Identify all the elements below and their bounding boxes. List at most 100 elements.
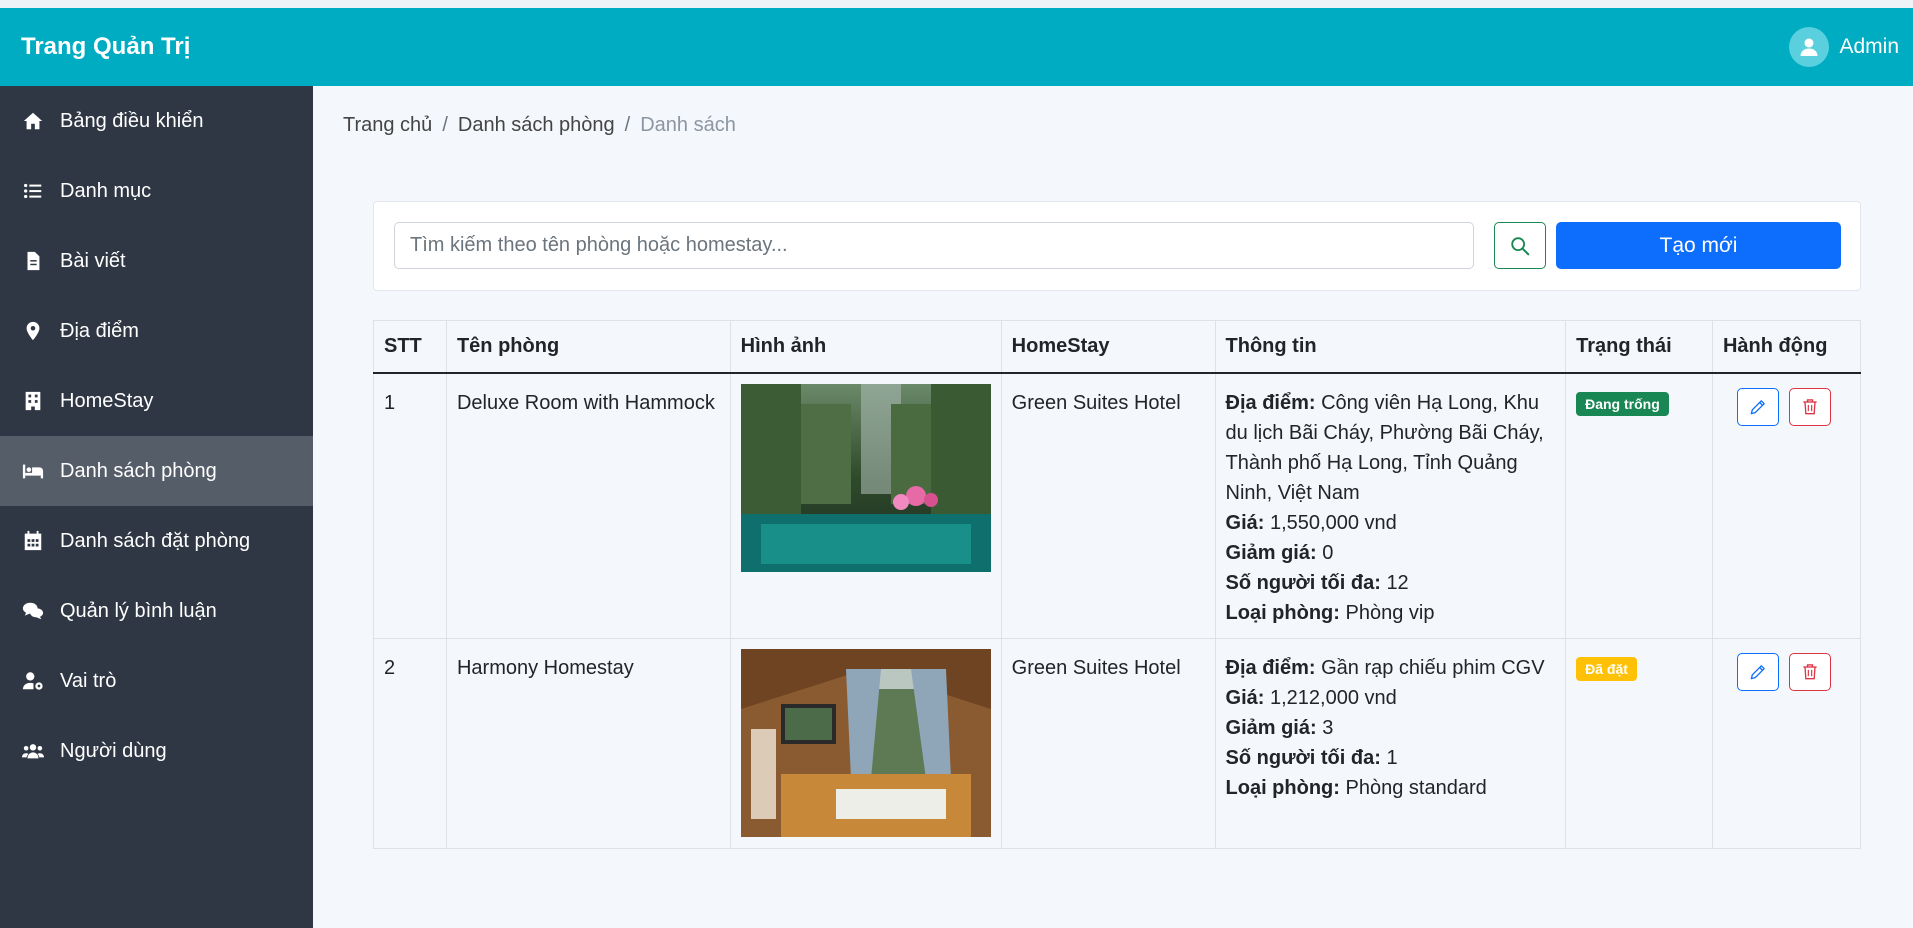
sidebar-item-label: Danh mục — [60, 179, 152, 202]
sidebar-item-roles[interactable]: Vai trò — [0, 646, 313, 716]
sidebar-item-label: Người dùng — [60, 739, 167, 762]
column-header-status: Trạng thái — [1565, 320, 1713, 374]
breadcrumb-separator: / — [624, 114, 631, 136]
info-value: 0 — [1322, 541, 1334, 564]
info-label: Địa điểm: — [1225, 656, 1316, 679]
user-icon — [1800, 38, 1818, 56]
info-label: Giảm giá: — [1225, 541, 1317, 564]
info-label: Số người tối đa: — [1225, 746, 1381, 769]
sidebar: Bảng điều khiển Danh mục Bài viết Địa đi… — [0, 86, 313, 928]
column-header-room-name: Tên phòng — [445, 320, 731, 374]
info-label: Giảm giá: — [1225, 716, 1317, 739]
file-icon — [20, 248, 46, 274]
brand-title[interactable]: Trang Quản Trị — [21, 33, 190, 61]
room-thumbnail[interactable] — [740, 383, 991, 572]
info-value: 12 — [1386, 571, 1409, 594]
cell-stt: 2 — [373, 637, 447, 849]
breadcrumb-current: Danh sách — [640, 114, 736, 136]
info-label: Địa điểm: — [1225, 391, 1316, 414]
search-icon — [1511, 236, 1530, 255]
sidebar-item-label: Địa điểm — [60, 319, 139, 342]
sidebar-item-label: Danh sách phòng — [60, 459, 217, 482]
create-button[interactable]: Tạo mới — [1556, 222, 1841, 269]
sidebar-item-homestay[interactable]: HomeStay — [0, 366, 313, 436]
sidebar-item-locations[interactable]: Địa điểm — [0, 296, 313, 366]
building-icon — [20, 388, 46, 414]
search-card: Tạo mới — [373, 201, 1861, 291]
sidebar-item-room-list[interactable]: Danh sách phòng — [0, 436, 313, 506]
sidebar-item-label: Bảng điều khiển — [60, 109, 204, 132]
cell-info: Địa điểm: Công viên Hạ Long, Khu du lịch… — [1214, 372, 1567, 639]
cell-room-name: Harmony Homestay — [445, 637, 731, 849]
sidebar-item-dashboard[interactable]: Bảng điều khiển — [0, 86, 313, 156]
info-value: 1 — [1386, 746, 1398, 769]
sidebar-item-bookings[interactable]: Danh sách đặt phòng — [0, 506, 313, 576]
room-table: STT Tên phòng Hình ảnh HomeStay Thông ti… — [373, 320, 1862, 849]
info-location: Địa điểm: Gần rạp chiếu phim CGV — [1226, 653, 1556, 683]
cell-actions — [1711, 637, 1862, 849]
sidebar-item-label: Bài viết — [60, 249, 126, 272]
info-room-type: Loại phòng: Phòng standard — [1226, 773, 1556, 803]
avatar[interactable] — [1789, 27, 1830, 67]
sidebar-item-categories[interactable]: Danh mục — [0, 156, 313, 226]
sidebar-item-users[interactable]: Người dùng — [0, 716, 313, 786]
breadcrumb-section[interactable]: Danh sách phòng — [458, 114, 615, 137]
cell-info: Địa điểm: Gần rạp chiếu phim CGV Giá: 1,… — [1214, 637, 1567, 849]
cell-homestay: Green Suites Hotel — [1000, 372, 1216, 639]
cell-actions — [1711, 372, 1862, 639]
breadcrumb-separator: / — [442, 114, 448, 136]
search-input[interactable] — [394, 222, 1474, 269]
main-content: Trang chủ / Danh sách phòng / Danh sách … — [313, 86, 1913, 928]
column-header-stt: STT — [373, 320, 447, 374]
cell-room-name: Deluxe Room with Hammock — [445, 372, 731, 639]
calendar-icon — [20, 528, 46, 554]
cell-status: Đang trống — [1565, 372, 1713, 639]
status-badge: Đang trống — [1576, 391, 1669, 416]
search-button[interactable] — [1494, 222, 1546, 269]
info-value: 1,550,000 vnd — [1269, 511, 1397, 534]
info-value: Gần rạp chiếu phim CGV — [1321, 656, 1545, 679]
cell-image — [729, 372, 1002, 639]
info-location: Địa điểm: Công viên Hạ Long, Khu du lịch… — [1226, 388, 1556, 508]
delete-button[interactable] — [1788, 652, 1831, 691]
info-max-people: Số người tối đa: 1 — [1226, 743, 1556, 773]
sidebar-item-label: Danh sách đặt phòng — [60, 529, 251, 552]
info-label: Giá: — [1225, 686, 1265, 709]
user-name[interactable]: Admin — [1839, 35, 1899, 59]
user-menu[interactable]: Admin — [1789, 27, 1899, 67]
sidebar-item-comments[interactable]: Quản lý bình luận — [0, 576, 313, 646]
info-price: Giá: 1,550,000 vnd — [1226, 508, 1556, 538]
top-bar: Trang Quản Trị Admin — [0, 0, 1913, 86]
users-icon — [20, 738, 46, 764]
info-room-type: Loại phòng: Phòng vip — [1226, 598, 1556, 628]
edit-button[interactable] — [1736, 652, 1779, 691]
room-thumbnail[interactable] — [740, 648, 991, 837]
table-header-row: STT Tên phòng Hình ảnh HomeStay Thông ti… — [373, 320, 1862, 374]
table-row: 2 Harmony Homestay Green Suites Hotel Đị… — [373, 637, 1862, 849]
sidebar-item-posts[interactable]: Bài viết — [0, 226, 313, 296]
info-value: 3 — [1322, 716, 1334, 739]
info-label: Loại phòng: — [1225, 601, 1340, 624]
cell-homestay: Green Suites Hotel — [1000, 637, 1216, 849]
pencil-icon — [1750, 399, 1765, 414]
info-label: Số người tối đa: — [1225, 571, 1381, 594]
trash-icon — [1803, 398, 1817, 414]
trash-icon — [1803, 663, 1817, 679]
info-max-people: Số người tối đa: 12 — [1226, 568, 1556, 598]
bed-icon — [20, 458, 46, 484]
map-pin-icon — [20, 318, 46, 344]
sidebar-item-label: Vai trò — [60, 669, 117, 692]
info-discount: Giảm giá: 0 — [1226, 538, 1556, 568]
edit-button[interactable] — [1736, 387, 1779, 426]
comments-icon — [20, 598, 46, 624]
cell-stt: 1 — [373, 372, 447, 639]
delete-button[interactable] — [1788, 387, 1831, 426]
info-label: Loại phòng: — [1225, 776, 1340, 799]
status-badge: Đã đặt — [1576, 656, 1637, 681]
info-discount: Giảm giá: 3 — [1226, 713, 1556, 743]
sidebar-item-label: HomeStay — [60, 389, 154, 412]
sidebar-item-label: Quản lý bình luận — [60, 599, 217, 622]
breadcrumb: Trang chủ / Danh sách phòng / Danh sách — [343, 114, 736, 137]
breadcrumb-home[interactable]: Trang chủ — [343, 114, 432, 137]
info-value: Phòng vip — [1345, 601, 1435, 624]
